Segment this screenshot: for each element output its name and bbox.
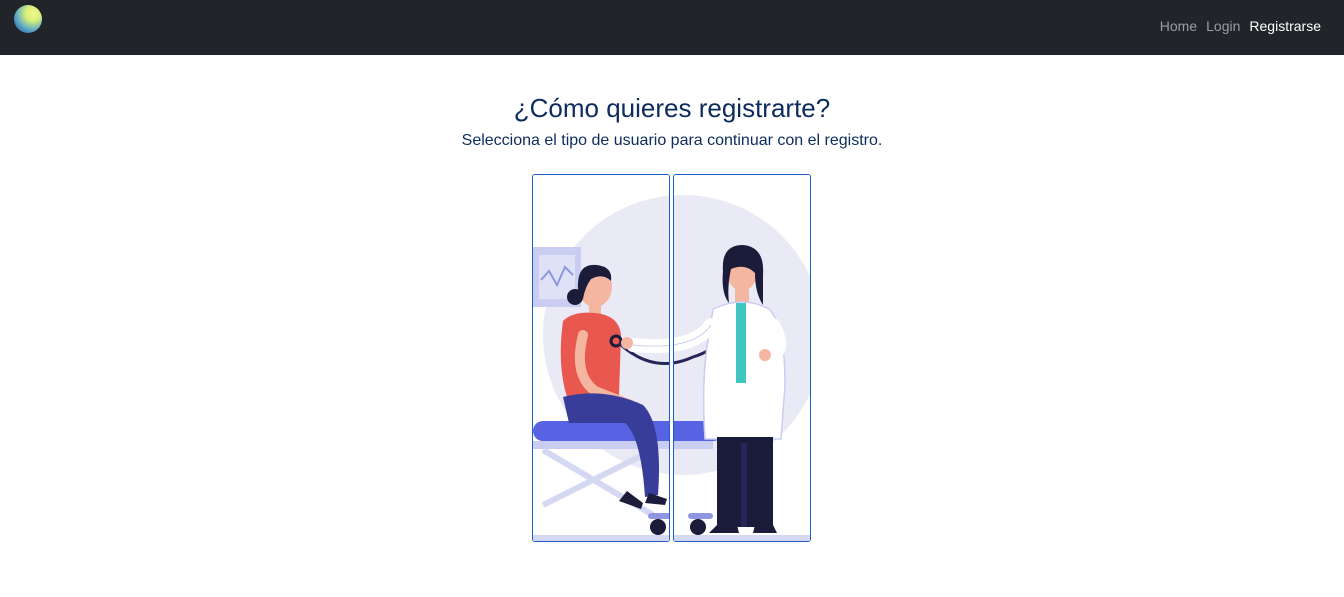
doctor-option-card[interactable] (673, 174, 811, 542)
page-subtitle: Selecciona el tipo de usuario para conti… (461, 132, 883, 149)
doctor-illustration-icon (673, 175, 811, 541)
page-title: ¿Cómo quieres registrarte? (513, 93, 831, 123)
nav-link-login[interactable]: Login (1206, 17, 1240, 37)
patient-option-card[interactable] (532, 174, 670, 542)
patient-illustration-icon (533, 175, 670, 541)
navbar: Home Login Registrarse (0, 0, 1344, 55)
nav-link-registrarse[interactable]: Registrarse (1249, 17, 1321, 37)
brand-logo[interactable] (13, 5, 45, 47)
logo-icon (14, 5, 42, 33)
nav-links: Home Login Registrarse (1151, 17, 1321, 37)
nav-link-home[interactable]: Home (1160, 17, 1197, 37)
